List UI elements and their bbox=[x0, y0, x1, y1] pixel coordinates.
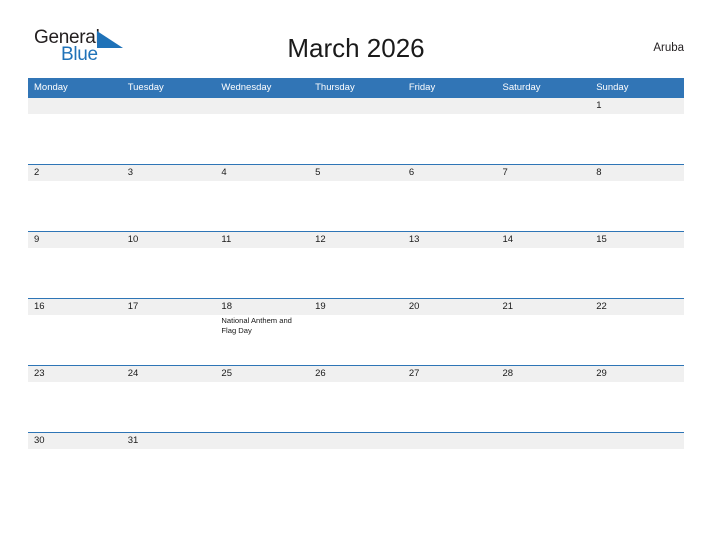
calendar-week-row: 9 10 11 12 13 14 15 bbox=[28, 231, 684, 298]
day-number: 15 bbox=[596, 234, 607, 245]
day-cell-21[interactable]: 21 bbox=[497, 299, 591, 365]
day-cell-19[interactable]: 19 bbox=[309, 299, 403, 365]
day-cell-4[interactable]: 4 bbox=[215, 165, 309, 231]
region-label: Aruba bbox=[653, 42, 684, 54]
day-cell-15[interactable]: 15 bbox=[590, 232, 684, 298]
day-number: 11 bbox=[221, 234, 232, 245]
day-number: 7 bbox=[502, 167, 508, 178]
weekday-header-monday: Monday bbox=[34, 82, 68, 93]
day-number: 1 bbox=[596, 100, 602, 111]
day-number: 5 bbox=[315, 167, 321, 178]
day-cell-20[interactable]: 20 bbox=[403, 299, 497, 365]
weekday-header-tuesday: Tuesday bbox=[127, 82, 164, 93]
day-number: 3 bbox=[127, 167, 133, 178]
day-cell-13[interactable]: 13 bbox=[403, 232, 497, 298]
day-cell-31[interactable]: 31 bbox=[122, 433, 216, 480]
day-number: 25 bbox=[221, 368, 232, 379]
day-number: 24 bbox=[127, 368, 139, 379]
day-cell-9[interactable]: 9 bbox=[28, 232, 122, 298]
calendar-page: General Blue March 2026 Aruba Monday Tues… bbox=[0, 0, 712, 550]
day-cell-empty bbox=[215, 433, 309, 480]
day-cell-2[interactable]: 2 bbox=[28, 165, 122, 231]
day-number: 30 bbox=[34, 435, 45, 446]
day-cell-30[interactable]: 30 bbox=[28, 433, 122, 480]
weekday-header-saturday: Saturday bbox=[502, 82, 541, 93]
day-number: 27 bbox=[408, 368, 420, 379]
weekday-header-wednesday: Wednesday bbox=[221, 82, 272, 93]
day-cell-empty bbox=[122, 98, 216, 164]
calendar-week-row: 1 bbox=[28, 97, 684, 164]
day-cell-23[interactable]: 23 bbox=[28, 366, 122, 432]
day-cell-14[interactable]: 14 bbox=[497, 232, 591, 298]
day-number: 28 bbox=[502, 368, 514, 379]
page-title: March 2026 bbox=[287, 33, 425, 63]
weekday-header-row: Monday Tuesday Wednesday Thursday Friday Satu… bbox=[28, 78, 684, 97]
day-cell-25[interactable]: 25 bbox=[215, 366, 309, 432]
day-cell-27[interactable]: 27 bbox=[403, 366, 497, 432]
day-number: 2 bbox=[34, 167, 40, 178]
day-number: 22 bbox=[596, 301, 607, 312]
day-number: 8 bbox=[596, 167, 602, 178]
day-number: 21 bbox=[502, 301, 514, 312]
event-label[interactable]: National Anthem and Flag Day bbox=[221, 316, 305, 335]
day-number: 12 bbox=[315, 234, 326, 245]
day-cell-empty bbox=[215, 98, 309, 164]
weekday-header-sunday: Sunday bbox=[596, 82, 629, 93]
day-cell-empty bbox=[309, 433, 403, 480]
day-cell-5[interactable]: 5 bbox=[309, 165, 403, 231]
day-cell-28[interactable]: 28 bbox=[497, 366, 591, 432]
day-number: 10 bbox=[127, 234, 139, 245]
day-cell-empty bbox=[28, 98, 122, 164]
day-number: 26 bbox=[315, 368, 326, 379]
day-number: 23 bbox=[34, 368, 45, 379]
day-number: 13 bbox=[408, 234, 420, 245]
day-cell-empty bbox=[590, 433, 684, 480]
day-cell-empty bbox=[497, 433, 591, 480]
day-number: 16 bbox=[34, 301, 45, 312]
day-cell-6[interactable]: 6 bbox=[403, 165, 497, 231]
day-cell-18[interactable]: 18 National Anthem and Flag Day bbox=[215, 299, 309, 365]
day-number: 4 bbox=[221, 167, 227, 178]
day-cell-8[interactable]: 8 bbox=[590, 165, 684, 231]
day-cell-29[interactable]: 29 bbox=[590, 366, 684, 432]
calendar-week-row: 16 17 18 National Anthem and Flag Day 19 20 21… bbox=[28, 298, 684, 365]
day-number: 14 bbox=[502, 234, 514, 245]
day-cell-empty bbox=[403, 433, 497, 480]
day-cell-empty bbox=[497, 98, 591, 164]
day-cell-empty bbox=[403, 98, 497, 164]
day-number: 29 bbox=[596, 368, 607, 379]
day-cell-22[interactable]: 22 bbox=[590, 299, 684, 365]
calendar-week-row: 2 3 4 5 6 7 8 bbox=[28, 164, 684, 231]
day-cell-12[interactable]: 12 bbox=[309, 232, 403, 298]
day-number: 6 bbox=[408, 167, 415, 178]
day-cell-3[interactable]: 3 bbox=[122, 165, 216, 231]
day-number: 31 bbox=[127, 435, 139, 446]
day-cell-11[interactable]: 11 bbox=[215, 232, 309, 298]
day-cell-16[interactable]: 16 bbox=[28, 299, 122, 365]
calendar-week-row: 30 31 bbox=[28, 432, 684, 480]
weekday-header-friday: Friday bbox=[408, 82, 436, 93]
day-cell-17[interactable]: 17 bbox=[122, 299, 216, 365]
day-number: 19 bbox=[315, 301, 326, 312]
day-number: 18 bbox=[221, 301, 232, 312]
day-number: 9 bbox=[34, 234, 40, 245]
day-events: National Anthem and Flag Day bbox=[221, 316, 305, 335]
day-number: 17 bbox=[127, 301, 139, 312]
day-cell-7[interactable]: 7 bbox=[497, 165, 591, 231]
day-cell-26[interactable]: 26 bbox=[309, 366, 403, 432]
day-cell-24[interactable]: 24 bbox=[122, 366, 216, 432]
calendar-grid: Monday Tuesday Wednesday Thursday Friday Satu… bbox=[28, 78, 684, 480]
calendar-week-row: 23 24 25 26 27 28 29 bbox=[28, 365, 684, 432]
day-cell-empty bbox=[309, 98, 403, 164]
page-header: General Blue March 2026 Aruba bbox=[28, 26, 684, 74]
day-cell-10[interactable]: 10 bbox=[122, 232, 216, 298]
day-number: 20 bbox=[408, 301, 420, 312]
weekday-header-thursday: Thursday bbox=[315, 82, 355, 93]
day-cell-1[interactable]: 1 bbox=[590, 98, 684, 164]
calendar-weeks: 1 2 3 4 5 6 7 8 9 10 11 12 13 14 15 16 17 18 National Anth… bbox=[28, 97, 684, 480]
